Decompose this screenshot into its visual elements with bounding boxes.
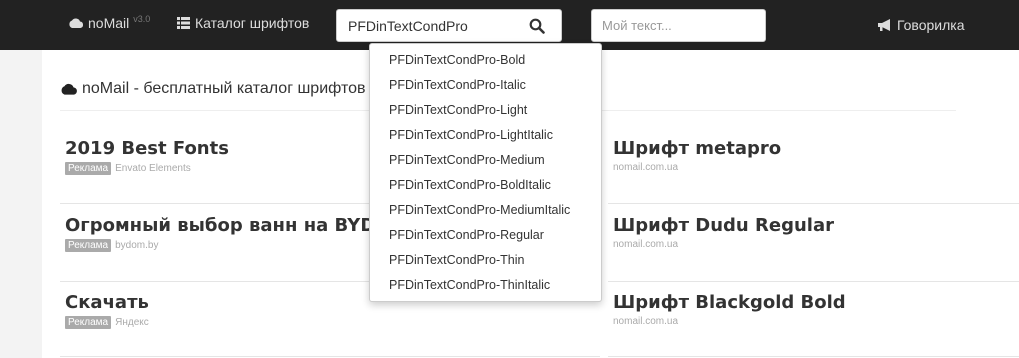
ad-badge: Реклама: [65, 239, 112, 252]
font-link-block[interactable]: Шрифт Dudu Regular nomail.com.ua: [613, 215, 834, 250]
font-link-source: nomail.com.ua: [613, 162, 679, 173]
megaphone-icon: [878, 19, 890, 31]
nav-talker-link[interactable]: Говорилка: [877, 17, 965, 33]
nav-catalog-label: Каталог шрифтов: [195, 15, 310, 31]
divider: [608, 203, 1019, 204]
page-headline: noMail - бесплатный каталог шрифтов: [60, 80, 366, 98]
font-link-meta: nomail.com.ua: [613, 162, 781, 173]
search-value: PFDinTextCondPro: [348, 18, 468, 34]
font-link-meta: nomail.com.ua: [613, 316, 846, 327]
suggestion-item[interactable]: PFDinTextCondPro-ThinItalic: [370, 273, 601, 298]
font-link-meta: nomail.com.ua: [613, 239, 834, 250]
ad-badge: Реклама: [65, 316, 112, 329]
ad-block[interactable]: Огромный выбор ванн на BYD Реклама bydom…: [65, 215, 375, 252]
list-icon: [177, 17, 190, 29]
ad-source: Яндекс: [115, 317, 149, 328]
ad-meta: Реклама Яндекс: [65, 316, 149, 329]
font-link-title[interactable]: Шрифт Blackgold Bold: [613, 292, 846, 313]
font-link-title[interactable]: Шрифт metapro: [613, 138, 781, 159]
font-link-block[interactable]: Шрифт Blackgold Bold nomail.com.ua: [613, 292, 846, 327]
search-suggestions-dropdown: PFDinTextCondPro-Bold PFDinTextCondPro-I…: [369, 43, 602, 302]
cloud-icon: [69, 18, 84, 28]
font-link-title[interactable]: Шрифт Dudu Regular: [613, 215, 834, 236]
ad-title[interactable]: Скачать: [65, 292, 149, 313]
suggestion-item[interactable]: PFDinTextCondPro-Italic: [370, 73, 601, 98]
suggestion-item[interactable]: PFDinTextCondPro-Regular: [370, 223, 601, 248]
font-link-source: nomail.com.ua: [613, 239, 679, 250]
ad-block[interactable]: 2019 Best Fonts Реклама Envato Elements: [65, 138, 229, 175]
my-text-input[interactable]: [592, 10, 765, 41]
ad-source: Envato Elements: [115, 163, 191, 174]
ad-badge: Реклама: [65, 162, 112, 175]
cloud-icon: [61, 83, 77, 95]
suggestion-item[interactable]: PFDinTextCondPro-Medium: [370, 148, 601, 173]
nav-talker-label: Говорилка: [897, 17, 965, 33]
brand-link[interactable]: noMail v3.0: [68, 14, 151, 31]
divider: [60, 356, 600, 357]
suggestion-item[interactable]: PFDinTextCondPro-Thin: [370, 248, 601, 273]
ad-source: bydom.by: [115, 240, 159, 251]
suggestion-item[interactable]: PFDinTextCondPro-Light: [370, 98, 601, 123]
headline-text: noMail - бесплатный каталог шрифтов: [82, 80, 366, 97]
ad-block[interactable]: Скачать Реклама Яндекс: [65, 292, 149, 329]
my-text-field[interactable]: [591, 9, 766, 42]
nav-catalog-link[interactable]: Каталог шрифтов: [177, 15, 309, 31]
brand-name: noMail: [88, 15, 130, 31]
suggestion-item[interactable]: PFDinTextCondPro-Bold: [370, 48, 601, 73]
suggestion-item[interactable]: PFDinTextCondPro-LightItalic: [370, 123, 601, 148]
version-label: v3.0: [133, 14, 151, 24]
font-link-source: nomail.com.ua: [613, 316, 679, 327]
search-icon[interactable]: [529, 18, 545, 34]
ad-title[interactable]: 2019 Best Fonts: [65, 138, 229, 159]
suggestion-item[interactable]: PFDinTextCondPro-MediumItalic: [370, 198, 601, 223]
divider: [608, 356, 1019, 357]
font-search-input[interactable]: PFDinTextCondPro: [336, 9, 562, 42]
suggestion-item[interactable]: PFDinTextCondPro-BoldItalic: [370, 173, 601, 198]
divider: [608, 281, 1019, 282]
ad-meta: Реклама bydom.by: [65, 239, 375, 252]
font-link-block[interactable]: Шрифт metapro nomail.com.ua: [613, 138, 781, 173]
ad-meta: Реклама Envato Elements: [65, 162, 229, 175]
ad-title[interactable]: Огромный выбор ванн на BYD: [65, 215, 375, 236]
